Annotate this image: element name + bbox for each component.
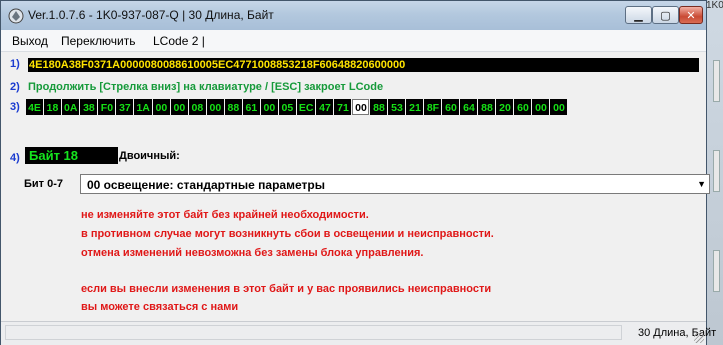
step-number: 1) [10,58,20,70]
step-number: 3) [10,101,20,113]
byte-cell[interactable]: 20 [496,99,514,115]
byte-cell[interactable]: 00 [206,99,224,115]
title-bar[interactable]: Ver.1.0.7.6 - 1K0-937-087-Q | 30 Длина, … [1,1,706,30]
app-icon [8,8,24,24]
byte-cell[interactable]: 60 [442,99,460,115]
byte-cell[interactable]: 05 [278,99,296,115]
maximize-icon: ▢ [660,8,671,22]
desktop-scrollbar-fragment [713,60,720,102]
app-window: Ver.1.0.7.6 - 1K0-937-087-Q | 30 Длина, … [0,0,716,345]
byte-cell[interactable]: 61 [242,99,260,115]
byte-cell[interactable]: F0 [98,99,116,115]
status-bar: 30 Длина, Байт [1,321,716,345]
warning-line: вы можете связаться с нами [81,301,239,313]
close-button[interactable]: ✕ [679,6,703,24]
byte-cell[interactable]: 8F [424,99,442,115]
desktop-window-fragment: 1K0-937-0 [706,0,723,11]
warning-line: если вы внесли изменения в этот байт и у… [81,283,492,295]
warning-line: в противном случае могут возникнуть сбои… [81,228,494,240]
byte-cell[interactable]: 0A [62,99,80,115]
menu-bar: Выход Переключить LCode 2 | [1,30,706,52]
byte-cell[interactable]: 88 [224,99,242,115]
byte-cell[interactable]: 21 [406,99,424,115]
byte-cell[interactable]: 88 [370,99,388,115]
maximize-button[interactable]: ▢ [652,6,679,24]
byte-cell[interactable]: 47 [316,99,334,115]
status-text: 30 Длина, Байт [638,327,717,339]
byte-cell[interactable]: 00 [532,99,550,115]
minimize-button[interactable]: ▁ [625,6,652,24]
desktop-scrollbar-fragment [713,250,720,292]
byte-cell[interactable]: 88 [478,99,496,115]
byte-cell[interactable]: 1A [134,99,152,115]
hex-string: 4E180A38F0371A0000080088610005EC47710088… [28,58,699,72]
byte-cell[interactable]: 60 [514,99,532,115]
byte-row: 4E 18 0A 38 F0 37 1A 00 00 08 00 88 61 00 05 EC 47 71 00 88… [26,99,568,115]
chevron-down-icon[interactable]: ▼ [697,179,706,189]
byte-cell[interactable]: 00 [550,99,568,115]
byte-cell-selected[interactable]: 00 [352,99,370,115]
warning-line: отмена изменений невозможна без замены б… [81,247,424,259]
dropdown-selected-value: 00 освещение: стандартные параметры [87,178,325,192]
desktop-scrollbar-fragment [713,150,720,192]
byte-cell[interactable]: 18 [44,99,61,115]
byte-cell[interactable]: 38 [80,99,98,115]
byte-cell[interactable]: 00 [152,99,170,115]
step-number: 4) [10,152,20,164]
binary-label: Двоичный: [119,150,180,162]
minimize-icon: ▁ [634,8,643,22]
byte-cell[interactable]: EC [296,99,316,115]
byte-cell[interactable]: 53 [388,99,406,115]
bit-range-label: Бит 0-7 [24,178,64,190]
byte-cell[interactable]: 71 [334,99,352,115]
byte-cell[interactable]: 08 [188,99,206,115]
byte-cell[interactable]: 64 [460,99,478,115]
bit-value-dropdown[interactable]: 00 освещение: стандартные параметры ▼ [80,174,710,194]
window-title: Ver.1.0.7.6 - 1K0-937-087-Q | 30 Длина, … [28,8,274,22]
warning-line: не изменяйте этот байт без крайней необх… [81,209,369,221]
resize-grip-icon[interactable] [694,333,704,343]
menu-exit[interactable]: Выход [12,34,48,48]
menu-switch[interactable]: Переключить [61,34,135,48]
byte-cell[interactable]: 37 [116,99,134,115]
byte-cell[interactable]: 00 [170,99,188,115]
byte-cell[interactable]: 4E [26,99,43,115]
close-icon: ✕ [686,8,696,22]
byte-cell[interactable]: 00 [260,99,278,115]
step-number: 2) [10,81,20,93]
byte-title: Байт 18 [25,147,118,164]
menu-lcode2[interactable]: LCode 2 | [153,34,205,48]
status-panel [5,325,622,340]
instruction-text: Продолжить [Стрелка вниз] на клавиатуре … [28,81,384,93]
